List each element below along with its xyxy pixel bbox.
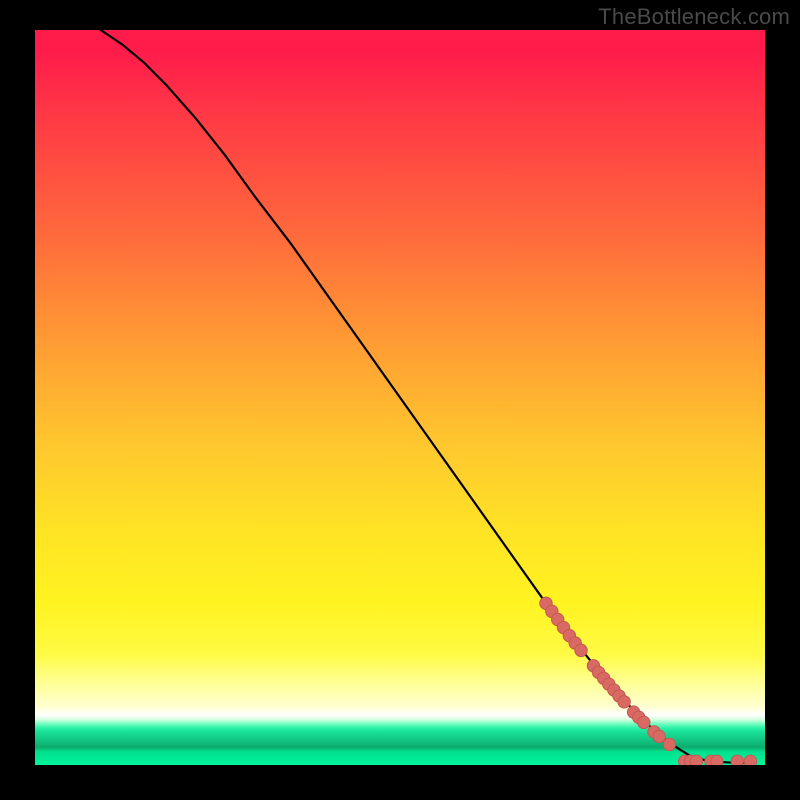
plot-area <box>35 30 765 765</box>
curve-marker <box>575 644 587 656</box>
curve-marker <box>638 716 650 728</box>
curve-marker <box>690 755 702 765</box>
chart-svg <box>35 30 765 765</box>
bottleneck-curve <box>101 30 751 763</box>
curve-marker <box>663 738 675 750</box>
curve-marker <box>653 730 665 742</box>
watermark-text: TheBottleneck.com <box>598 4 790 30</box>
curve-marker <box>744 755 756 765</box>
curve-markers <box>540 597 757 765</box>
curve-marker <box>618 696 630 708</box>
curve-marker <box>731 755 743 765</box>
chart-frame: TheBottleneck.com <box>0 0 800 800</box>
curve-marker <box>711 755 723 765</box>
